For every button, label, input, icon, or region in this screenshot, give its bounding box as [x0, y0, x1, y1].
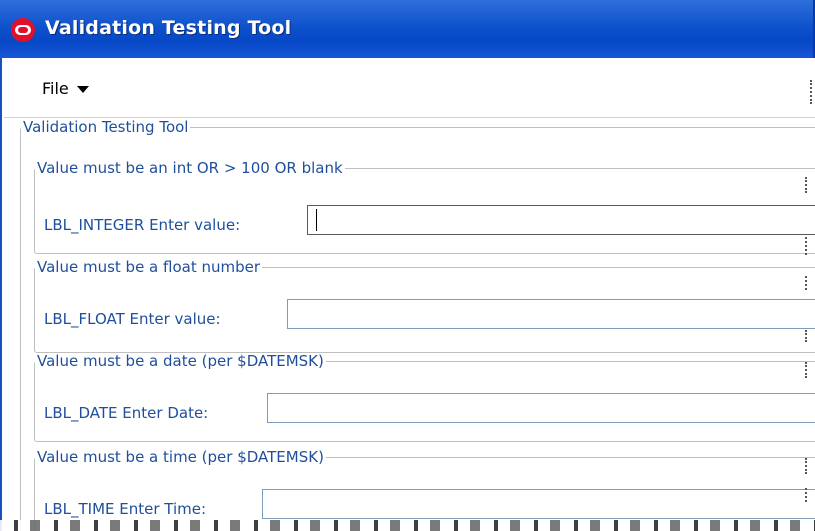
window-title: Validation Testing Tool [45, 17, 292, 39]
date-group-legend: Value must be a date (per $DATEMSK) [37, 352, 324, 370]
main-group-legend: Validation Testing Tool [23, 118, 189, 136]
float-label: LBL_FLOAT Enter value: [44, 310, 221, 328]
file-menu[interactable]: File [42, 79, 89, 98]
scroll-grip-icon[interactable] [805, 488, 810, 502]
text-cursor [316, 209, 317, 231]
scroll-grip-icon[interactable] [805, 362, 810, 378]
scroll-grip-icon[interactable] [805, 177, 810, 193]
integer-label: LBL_INTEGER Enter value: [44, 216, 241, 234]
menu-bar: File [4, 58, 815, 118]
time-input[interactable] [262, 489, 815, 519]
file-menu-label: File [42, 79, 69, 98]
time-label: LBL_TIME Enter Time: [44, 500, 207, 518]
integer-group-legend: Value must be an int OR > 100 OR blank [37, 159, 343, 177]
date-input[interactable] [267, 393, 815, 423]
scroll-grip-icon[interactable] [805, 276, 810, 290]
caret-down-icon [76, 86, 89, 93]
scroll-grip-icon[interactable] [805, 458, 810, 474]
content-area: File Validation Testing Tool Value must … [0, 58, 815, 531]
toolbar-grip-icon[interactable] [810, 80, 815, 104]
window-bottom-edge [0, 520, 815, 531]
app-window: Validation Testing Tool File Validation … [0, 0, 815, 531]
title-bar[interactable]: Validation Testing Tool [0, 0, 815, 58]
oracle-logo-icon[interactable] [11, 18, 35, 42]
scroll-grip-icon[interactable] [805, 330, 810, 342]
date-label: LBL_DATE Enter Date: [44, 404, 209, 422]
scroll-grip-icon[interactable] [805, 237, 810, 255]
time-group-legend: Value must be a time (per $DATEMSK) [37, 448, 324, 466]
float-group-legend: Value must be a float number [37, 258, 261, 276]
float-input[interactable] [287, 299, 815, 329]
integer-input[interactable] [307, 205, 815, 235]
